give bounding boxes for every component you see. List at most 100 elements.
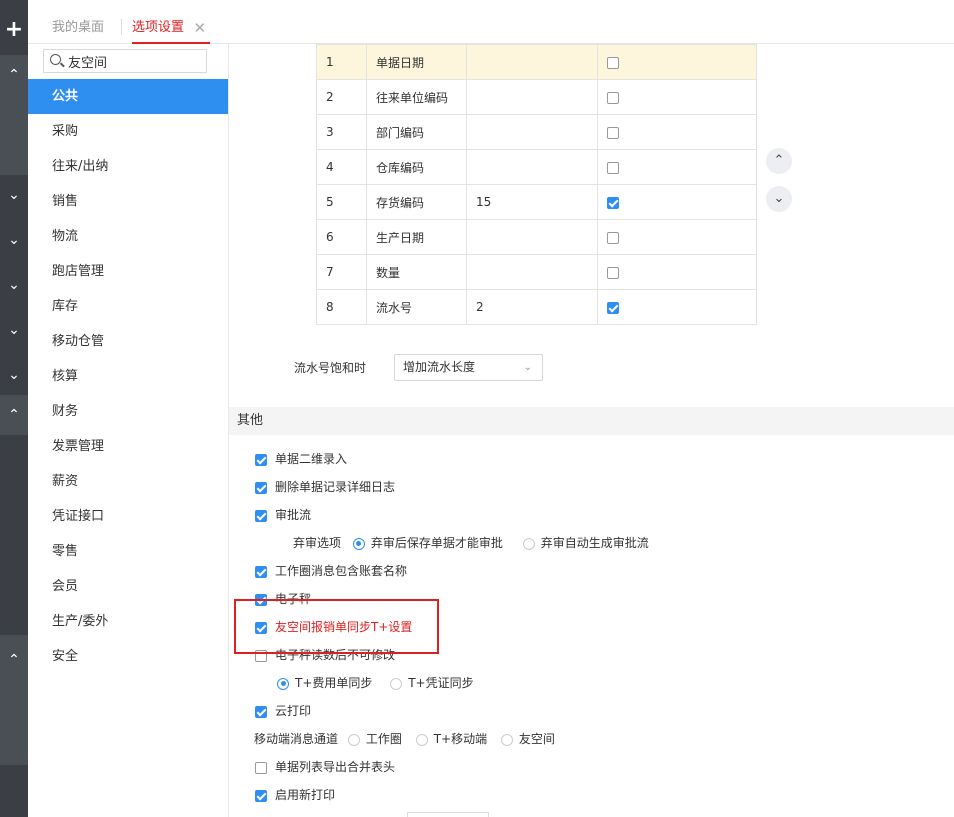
select-value: 增加流水长度: [403, 360, 476, 374]
menu-item[interactable]: 安全: [28, 639, 228, 674]
table-row[interactable]: 5 存货编码 15: [316, 184, 757, 220]
radio-voucher-sync[interactable]: [390, 677, 403, 690]
field-name: 数量: [366, 254, 467, 290]
row-number: 5: [316, 184, 367, 220]
option-label: 工作圈消息包含账套名称: [275, 564, 408, 578]
option-cloud-print[interactable]: 云打印: [255, 702, 311, 720]
close-icon[interactable]: ✕: [193, 10, 206, 46]
menu-item[interactable]: 会员: [28, 569, 228, 604]
serial-saturation-select[interactable]: 增加流水长度 ⌄: [394, 354, 543, 381]
menu-item[interactable]: 发票管理: [28, 429, 228, 464]
collapse-up-icon[interactable]: ⌃: [0, 55, 28, 95]
radio-label: 弃审自动生成审批流: [540, 536, 649, 550]
field-length: 15: [466, 184, 598, 220]
checkbox[interactable]: [255, 453, 267, 466]
option-approval-flow[interactable]: 审批流: [255, 506, 311, 524]
checkbox[interactable]: [607, 56, 619, 69]
checkbox[interactable]: [607, 301, 619, 314]
radio-abandon-auto[interactable]: [522, 537, 535, 550]
table-row[interactable]: 7 数量: [316, 254, 757, 290]
menu-item[interactable]: 销售: [28, 184, 228, 219]
radio-yonspace[interactable]: [500, 733, 513, 746]
checkbox[interactable]: [607, 196, 619, 209]
field-name: 仓库编码: [366, 149, 467, 185]
field-name: 部门编码: [366, 114, 467, 150]
add-icon[interactable]: +: [0, 12, 28, 52]
chevron-down-icon[interactable]: ⌄: [0, 360, 28, 390]
option-delete-log[interactable]: 删除单据记录详细日志: [255, 478, 395, 496]
checkbox[interactable]: [255, 761, 267, 774]
table-row[interactable]: 4 仓库编码: [316, 149, 757, 185]
checkbox[interactable]: [255, 481, 267, 494]
chevron-down-icon[interactable]: ⌄: [0, 315, 28, 345]
table-row[interactable]: 8 流水号 2: [316, 289, 757, 325]
menu-item[interactable]: 凭证接口: [28, 499, 228, 534]
menu-item[interactable]: 库存: [28, 289, 228, 324]
option-label: 单据列表导出合并表头: [275, 760, 396, 774]
option-new-print[interactable]: 启用新打印: [255, 786, 335, 804]
option-workcircle-account[interactable]: 工作圈消息包含账套名称: [255, 562, 407, 580]
abandon-options: 弃审选项 弃审后保存单据才能审批 弃审自动生成审批流: [293, 534, 659, 552]
radio-label: 友空间: [518, 732, 555, 746]
menu-item[interactable]: 核算: [28, 359, 228, 394]
menu-item[interactable]: 物流: [28, 219, 228, 254]
serial-saturation-label: 流水号饱和时: [294, 361, 367, 375]
row-number: 6: [316, 219, 367, 255]
menu-item[interactable]: 零售: [28, 534, 228, 569]
radio-tplus-mobile[interactable]: [415, 733, 428, 746]
checkbox[interactable]: [255, 565, 267, 578]
menu-item[interactable]: 薪资: [28, 464, 228, 499]
tab-my-desktop[interactable]: 我的桌面: [52, 10, 104, 42]
table-row[interactable]: 6 生产日期: [316, 219, 757, 255]
section-header-other: 其他: [229, 407, 954, 435]
checkbox[interactable]: [255, 705, 267, 718]
collapse-up-icon[interactable]: ⌃: [0, 635, 28, 685]
checkbox[interactable]: [607, 126, 619, 139]
row-number: 8: [316, 289, 367, 325]
option-label: 审批流: [275, 508, 312, 522]
menu-item[interactable]: 财务: [28, 394, 228, 429]
menu-item[interactable]: 跑店管理: [28, 254, 228, 289]
checkbox[interactable]: [607, 231, 619, 244]
table-row[interactable]: 3 部门编码: [316, 114, 757, 150]
rail-section: [0, 95, 28, 175]
checkbox[interactable]: [607, 266, 619, 279]
menu-item[interactable]: 采购: [28, 114, 228, 149]
abandon-label: 弃审选项: [293, 536, 342, 550]
chevron-down-icon[interactable]: ⌄: [0, 270, 28, 300]
move-up-button[interactable]: ⌃: [766, 148, 792, 174]
option-barcode-entry[interactable]: 单据二维录入: [255, 450, 347, 468]
radio-workcircle[interactable]: [347, 733, 360, 746]
row-number: 7: [316, 254, 367, 290]
collapse-up-icon[interactable]: ⌃: [0, 395, 28, 435]
option-merge-header[interactable]: 单据列表导出合并表头: [255, 758, 395, 776]
field-length: 2: [466, 289, 598, 325]
tab-options-settings[interactable]: 选项设置 ✕: [132, 10, 211, 46]
menu-item[interactable]: 移动仓管: [28, 324, 228, 359]
mobile-channel-options: 移动端消息通道 工作圈 T+移动端 友空间: [254, 730, 565, 748]
menu-item[interactable]: 生产/委外: [28, 604, 228, 639]
row-number: 3: [316, 114, 367, 150]
checkbox[interactable]: [255, 509, 267, 522]
partial-control: [407, 812, 489, 817]
radio-abandon-save[interactable]: [352, 537, 365, 550]
chevron-down-icon[interactable]: ⌄: [0, 180, 28, 210]
radio-expense-sync[interactable]: [277, 677, 289, 690]
chevron-down-icon[interactable]: ⌄: [0, 225, 28, 255]
left-rail: + ⌃ ⌄ ⌄ ⌄ ⌄ ⌄ ⌃ ⌃: [0, 0, 28, 817]
field-name: 存货编码: [366, 184, 467, 220]
table-row[interactable]: 2 往来单位编码: [316, 79, 757, 115]
field-length: [466, 219, 598, 255]
radio-label: T+费用单同步: [295, 676, 373, 690]
checkbox[interactable]: [607, 91, 619, 104]
checkbox[interactable]: [255, 789, 267, 802]
sync-options: T+费用单同步 T+凭证同步: [277, 674, 484, 692]
option-label: 云打印: [275, 704, 312, 718]
menu-item[interactable]: 往来/出纳: [28, 149, 228, 184]
checkbox[interactable]: [607, 161, 619, 174]
move-down-button[interactable]: ⌄: [766, 186, 792, 212]
field-name: 流水号: [366, 289, 467, 325]
search-input[interactable]: [68, 52, 198, 70]
menu-item[interactable]: 公共: [28, 79, 228, 114]
table-row[interactable]: 1 单据日期: [316, 44, 757, 80]
